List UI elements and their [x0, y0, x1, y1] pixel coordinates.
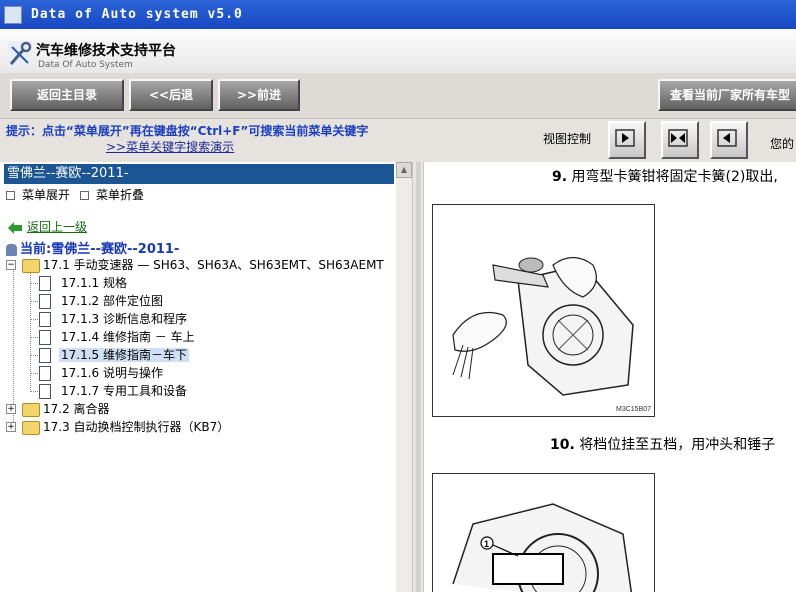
expand-square-icon	[6, 191, 15, 200]
step-10: 10. 将档位挂至五档，用冲头和锤子	[550, 437, 776, 453]
expand-menu-button[interactable]: 菜单展开	[6, 186, 70, 203]
platform-subtitle: Data Of Auto System	[38, 60, 133, 70]
tree-line	[30, 301, 38, 302]
tree-node-17-1-2[interactable]: 17.1.2 部件定位图	[30, 292, 165, 310]
folder-icon	[22, 421, 40, 435]
expand-toggle-icon[interactable]: +	[6, 404, 16, 414]
figure-fifth-gear: 1	[432, 473, 655, 592]
collapse-square-icon	[80, 191, 89, 200]
wrench-logo-icon	[8, 41, 32, 67]
view-expand-right-button[interactable]	[608, 121, 646, 159]
truncated-notice: 您的	[770, 137, 795, 151]
panel-splitter[interactable]	[412, 162, 424, 592]
info-bar: 提示：点击“菜单展开”再在键盘按“Ctrl+F”可搜索当前菜单关键字 >>菜单关…	[0, 119, 796, 162]
expand-toggle-icon[interactable]: +	[6, 422, 16, 432]
content-panel: 9. 用弯型卡簧钳将固定卡簧(2)取出, M3C15B07 10. 将档位挂至五…	[424, 162, 796, 592]
window-title: Data of Auto system v5.0	[31, 7, 243, 22]
document-icon	[39, 312, 51, 327]
collapse-toggle-icon[interactable]: −	[6, 260, 16, 270]
tree-line	[30, 319, 38, 320]
document-icon	[39, 330, 51, 345]
tree-line	[30, 391, 38, 392]
view-control-label: 视图控制	[543, 132, 592, 146]
tree-line	[30, 283, 38, 284]
green-back-arrow-icon	[8, 221, 22, 234]
search-hint: 提示：点击“菜单展开”再在键盘按“Ctrl+F”可搜索当前菜单关键字	[6, 124, 369, 138]
tree-node-17-1-4[interactable]: 17.1.4 维修指南 － 车上	[30, 328, 197, 346]
transmission-illustration-2: 1	[433, 474, 654, 592]
sidebar-panel: 雪佛兰--赛欧--2011- 菜单展开 菜单折叠 返回上一级 当前:雪佛兰--赛…	[0, 162, 412, 592]
collapse-menu-button[interactable]: 菜单折叠	[80, 186, 144, 203]
view-expand-left-button[interactable]	[710, 121, 748, 159]
tree-node-17-3[interactable]: + 17.3 自动换档控制执行器（KB7）	[6, 418, 231, 436]
sidebar-scrollbar[interactable]: ▲	[396, 162, 412, 592]
step-9: 9. 用弯型卡簧钳将固定卡簧(2)取出,	[552, 169, 778, 185]
all-models-button[interactable]: 查看当前厂家所有车型	[658, 79, 796, 111]
app-icon	[4, 6, 22, 24]
forward-button[interactable]: >>前进	[218, 79, 300, 111]
split-arrows-icon	[668, 129, 688, 147]
document-icon	[39, 276, 51, 291]
arrow-left-icon	[717, 129, 737, 147]
folder-open-icon	[22, 259, 40, 273]
tree-node-17-1-6[interactable]: 17.1.6 说明与操作	[30, 364, 165, 382]
figure-code-1: M3C15B07	[616, 406, 651, 413]
selected-vehicle: 雪佛兰--赛欧--2011-	[4, 164, 394, 184]
back-button[interactable]: <<后退	[129, 79, 213, 111]
tree-node-17-1[interactable]: − 17.1 手动变速器 — SH63、SH63A、SH63EMT、SH63AE…	[6, 256, 386, 274]
arrow-right-icon	[615, 129, 635, 147]
home-button[interactable]: 返回主目录	[10, 79, 124, 111]
figure-snap-ring-removal: M3C15B07	[432, 204, 655, 417]
navigation-bar: 返回主目录 <<后退 >>前进 查看当前厂家所有车型	[0, 73, 796, 119]
callout-number: 1	[484, 539, 489, 549]
current-vehicle: 当前:雪佛兰--赛欧--2011-	[6, 238, 179, 257]
tree-line	[30, 373, 38, 374]
splitter-grip[interactable]	[416, 162, 421, 592]
tree-node-17-1-1[interactable]: 17.1.1 规格	[30, 274, 129, 292]
document-icon	[39, 384, 51, 399]
tree-line	[30, 355, 38, 356]
vehicle-icon	[6, 243, 17, 256]
platform-title: 汽车维修技术支持平台	[36, 43, 176, 59]
search-demo-link[interactable]: >>菜单关键字搜索演示	[106, 138, 234, 155]
back-up-link[interactable]: 返回上一级	[8, 218, 87, 235]
scroll-up-arrow-icon[interactable]: ▲	[396, 162, 412, 178]
tree-node-17-2[interactable]: + 17.2 离合器	[6, 400, 112, 418]
transmission-illustration-1: M3C15B07	[433, 205, 654, 416]
document-icon	[39, 348, 51, 363]
folder-icon	[22, 403, 40, 417]
app-header: 汽车维修技术支持平台 Data Of Auto System	[0, 29, 796, 74]
document-icon	[39, 294, 51, 309]
tree-node-17-1-7[interactable]: 17.1.7 专用工具和设备	[30, 382, 189, 400]
tree-node-17-1-3[interactable]: 17.1.3 诊断信息和程序	[30, 310, 189, 328]
window-titlebar: Data of Auto system v5.0	[0, 0, 796, 29]
tree-node-17-1-5[interactable]: 17.1.5 维修指南－车下	[30, 346, 189, 364]
document-icon	[39, 366, 51, 381]
view-split-button[interactable]	[661, 121, 699, 159]
tree-line	[30, 337, 38, 338]
